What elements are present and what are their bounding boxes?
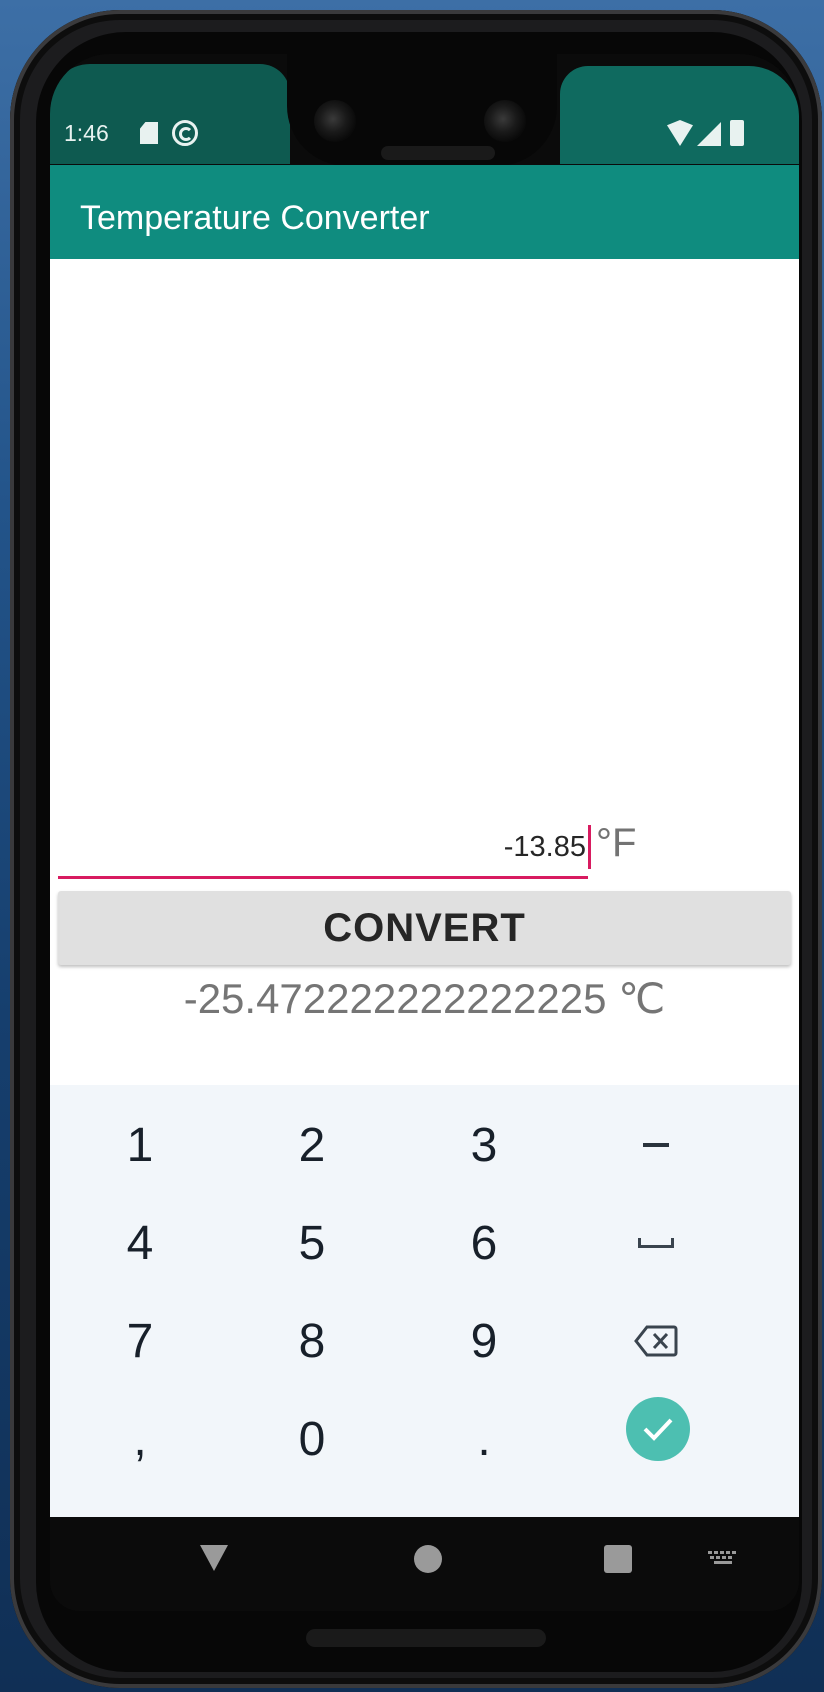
checkmark-icon: [643, 1418, 673, 1441]
convert-button[interactable]: CONVERT: [58, 891, 791, 965]
front-camera-left: [314, 100, 356, 142]
key-5[interactable]: 5: [222, 1193, 402, 1293]
celsius-result: -25.472222222222225 ℃: [183, 975, 666, 1022]
key-backspace[interactable]: [566, 1291, 746, 1391]
key-8[interactable]: 8: [222, 1291, 402, 1391]
key-done[interactable]: [626, 1397, 690, 1461]
key-9[interactable]: 9: [394, 1291, 574, 1391]
fahrenheit-unit-label: °F: [596, 821, 637, 865]
converter-content: °F CONVERT -25.472222222222225 ℃: [50, 259, 799, 1085]
key-space[interactable]: [566, 1193, 746, 1293]
bottom-speaker: [306, 1629, 546, 1647]
sync-icon: [172, 120, 198, 146]
front-camera-right: [484, 100, 526, 142]
fahrenheit-input[interactable]: [58, 819, 588, 879]
key-2[interactable]: 2: [222, 1095, 402, 1195]
status-bar-left: [50, 64, 290, 164]
space-icon: [638, 1238, 674, 1248]
status-time: 1:46: [64, 120, 109, 146]
phone-bezel: 1:46 Temperature Converter °F CONVERT -2…: [36, 32, 802, 1672]
navigation-bar: [50, 1517, 799, 1611]
key-4[interactable]: 4: [50, 1193, 230, 1293]
key-7[interactable]: 7: [50, 1291, 230, 1391]
device-screen: 1:46 Temperature Converter °F CONVERT -2…: [50, 54, 799, 1611]
status-bar: 1:46: [50, 54, 799, 166]
numeric-keyboard: 1 2 3 4 5 6 7 8 9 , 0 .: [50, 1085, 799, 1517]
key-0[interactable]: 0: [222, 1389, 402, 1489]
home-icon[interactable]: [414, 1545, 442, 1573]
temperature-input-row: °F: [58, 819, 799, 899]
key-decimal[interactable]: .: [394, 1389, 574, 1489]
back-icon[interactable]: [200, 1545, 228, 1571]
minus-icon: [643, 1143, 669, 1147]
backspace-icon: [634, 1325, 678, 1357]
app-bar: Temperature Converter: [50, 165, 799, 259]
keyboard-switch-icon[interactable]: [708, 1551, 738, 1567]
status-bar-right: [560, 66, 799, 164]
key-3[interactable]: 3: [394, 1095, 574, 1195]
phone-frame: 1:46 Temperature Converter °F CONVERT -2…: [10, 10, 822, 1688]
battery-icon: [730, 120, 744, 146]
recents-icon[interactable]: [604, 1545, 632, 1573]
text-cursor: [588, 825, 591, 869]
key-minus[interactable]: [566, 1095, 746, 1195]
app-title: Temperature Converter: [80, 199, 430, 237]
earpiece-speaker: [381, 146, 495, 160]
key-1[interactable]: 1: [50, 1095, 230, 1195]
key-6[interactable]: 6: [394, 1193, 574, 1293]
key-comma[interactable]: ,: [50, 1389, 230, 1489]
